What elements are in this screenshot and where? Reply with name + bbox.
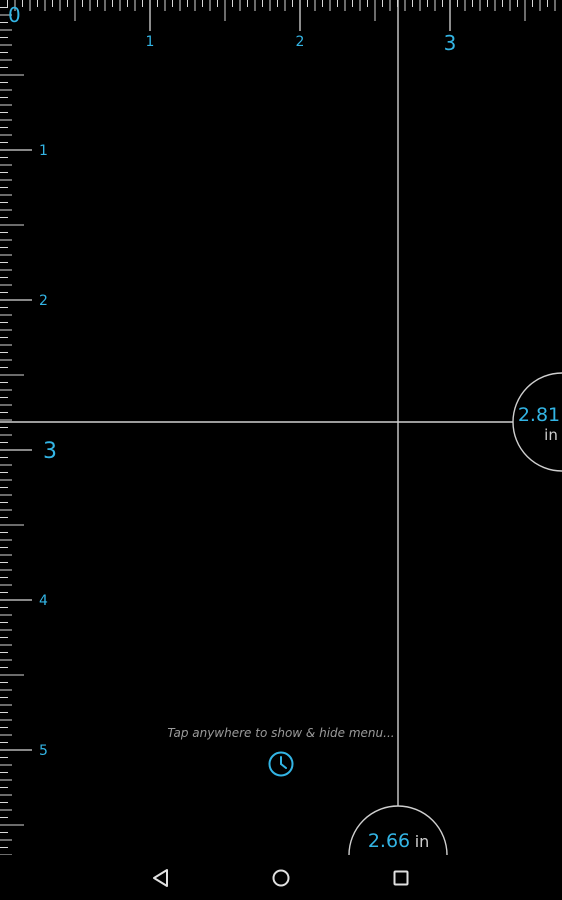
history-button[interactable] — [266, 749, 296, 779]
clock-icon — [268, 751, 294, 777]
nav-recents-button[interactable] — [388, 865, 414, 891]
top-ruler-label-3: 3 — [444, 31, 457, 55]
top-ruler-label-1: 1 — [146, 34, 155, 50]
vertical-measure-value: 2.66 — [368, 830, 410, 852]
top-ruler — [7, 0, 556, 31]
nav-home-button[interactable] — [268, 865, 294, 891]
horizontal-measure-handle[interactable]: 2.81 in — [512, 372, 562, 472]
menu-hint: Tap anywhere to show & hide menu... — [167, 726, 395, 740]
horizontal-measure-unit: in — [544, 426, 558, 444]
vertical-measure-handle[interactable]: 2.66 in — [348, 805, 448, 856]
horizontal-measure-value: 2.81 — [518, 404, 560, 426]
left-ruler-label-5: 5 — [39, 743, 48, 759]
left-ruler-label-1: 1 — [39, 143, 48, 159]
system-nav-bar — [0, 855, 562, 900]
ruler-origin-label: 0 — [8, 3, 21, 27]
top-ruler-label-2: 2 — [296, 34, 305, 50]
home-circle-icon — [272, 869, 290, 887]
back-triangle-icon — [153, 869, 168, 887]
left-ruler-label-3: 3 — [43, 439, 57, 464]
nav-back-button[interactable] — [148, 865, 174, 891]
left-ruler-label-2: 2 — [39, 293, 48, 309]
left-ruler-label-4: 4 — [39, 593, 48, 609]
recents-square-icon — [393, 870, 409, 886]
vertical-measure-unit: in — [415, 832, 430, 851]
